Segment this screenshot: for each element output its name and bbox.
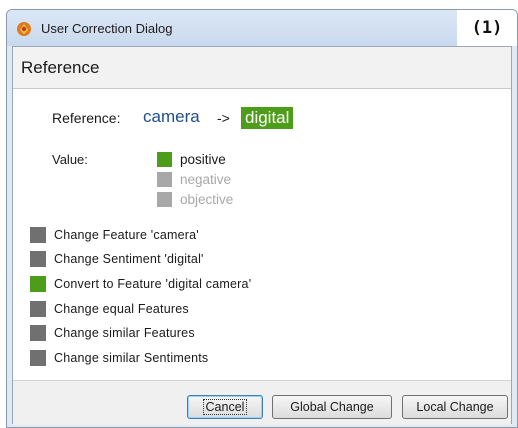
action-label: Change Sentiment 'digital' (54, 252, 204, 266)
positive-marker (157, 152, 172, 167)
title-bar[interactable]: User Correction Dialog (1) (7, 10, 517, 46)
panel-number-label: (1) (457, 10, 517, 46)
action-marker (30, 301, 46, 317)
value-option-label: objective (180, 192, 234, 207)
value-option-label: negative (180, 172, 232, 187)
dialog-window: User Correction Dialog (1) Reference Ref… (6, 9, 518, 428)
reference-source: camera (143, 107, 200, 126)
cancel-button[interactable]: Cancel (187, 395, 263, 419)
action-marker (30, 251, 46, 267)
action-label: Change Feature 'camera' (54, 228, 199, 242)
dialog-content: Reference Reference: camera -> digital V… (12, 46, 512, 425)
cancel-button-label: Cancel (202, 399, 248, 415)
global-change-button[interactable]: Global Change (272, 395, 392, 419)
section-title: Reference (21, 58, 100, 77)
value-option-label: positive (180, 152, 226, 167)
action-label: Change similar Features (54, 326, 195, 340)
reference-label: Reference: (52, 110, 121, 126)
section-header: Reference (13, 47, 511, 89)
reference-arrow: -> (217, 110, 230, 126)
objective-marker (157, 192, 172, 207)
local-change-button[interactable]: Local Change (402, 395, 508, 419)
reference-target: digital (241, 107, 294, 129)
negative-marker (157, 172, 172, 187)
global-change-button-label: Global Change (290, 400, 374, 414)
action-marker (30, 227, 46, 243)
action-marker (30, 325, 46, 341)
action-label: Convert to Feature 'digital camera' (54, 277, 252, 291)
window-title: User Correction Dialog (41, 21, 173, 36)
action-marker (30, 276, 46, 292)
value-label: Value: (52, 152, 88, 167)
action-label: Change equal Features (54, 302, 189, 316)
action-marker (30, 350, 46, 366)
action-label: Change similar Sentiments (54, 351, 209, 365)
app-icon (17, 22, 31, 36)
button-bar: Cancel Global Change Local Change (13, 380, 511, 425)
local-change-button-label: Local Change (416, 400, 494, 414)
